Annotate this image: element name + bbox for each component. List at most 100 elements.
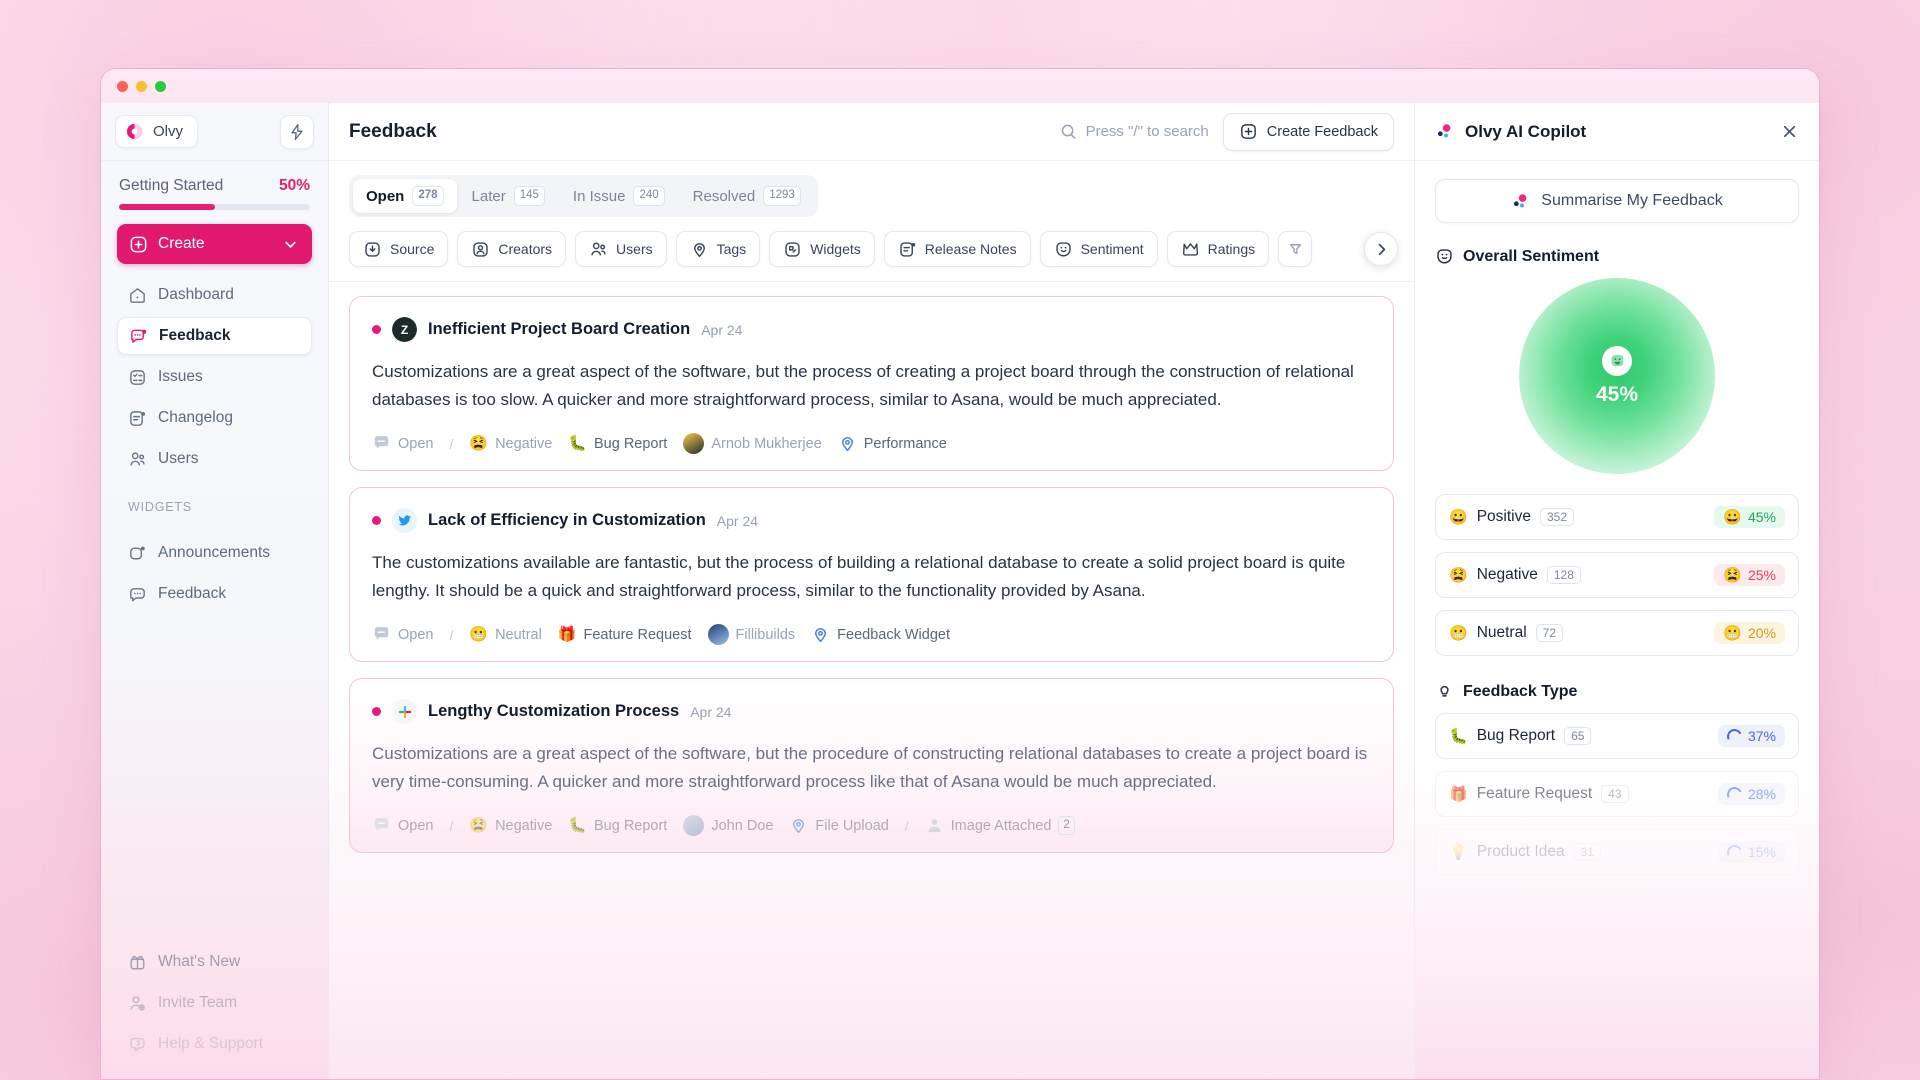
sentiment-row-percent: 45% — [1747, 509, 1776, 525]
sidebar-item-feedback[interactable]: Feedback — [117, 317, 312, 355]
sentiment-icon — [1054, 240, 1073, 259]
tab-count: 145 — [513, 186, 545, 206]
filter-chip-ratings[interactable]: Ratings — [1166, 231, 1270, 267]
meta-sentiment[interactable]: 😬 Neutral — [469, 627, 541, 643]
sentiment-row-percent: 25% — [1747, 567, 1776, 583]
create-feedback-button[interactable]: Create Feedback — [1222, 112, 1394, 151]
sidebar-item-invite-team[interactable]: Invite Team — [117, 984, 312, 1022]
filter-chip-sentiment[interactable]: Sentiment — [1039, 231, 1158, 267]
feedback-type-percent: 37% — [1747, 728, 1776, 744]
meta-category[interactable]: 🐛 Bug Report — [568, 818, 667, 834]
filter-chip-widgets[interactable]: Widgets — [769, 231, 875, 267]
image-attached-icon — [925, 817, 944, 834]
card-title: Lengthy Customization Process — [428, 702, 680, 721]
card-date: Apr 24 — [690, 703, 732, 720]
feedback-type-percent: 15% — [1747, 844, 1776, 860]
feedback-type-heading: Feedback Type — [1435, 682, 1799, 701]
tag-pin-icon — [690, 240, 709, 259]
filter-chip-label: Users — [616, 241, 653, 257]
section-heading-label: Feedback Type — [1463, 682, 1578, 700]
sidebar-item-dashboard[interactable]: Dashboard — [117, 276, 312, 314]
tag-pin-icon — [838, 435, 857, 452]
window-close-button[interactable] — [117, 80, 128, 92]
sidebar-item-feedback-widget[interactable]: Feedback — [117, 575, 312, 613]
tab-open[interactable]: Open 278 — [353, 179, 457, 213]
sentiment-row-positive[interactable]: 😀 Positive 352 😀 45% — [1435, 494, 1799, 540]
meta-person[interactable]: John Doe — [683, 815, 773, 837]
twitter-icon — [392, 508, 417, 534]
feedback-type-count: 31 — [1573, 843, 1601, 861]
create-button[interactable]: Create — [117, 224, 312, 264]
tab-later[interactable]: Later 145 — [459, 179, 558, 213]
filter-chip-creators[interactable]: Creators — [457, 231, 567, 267]
tab-in-issue[interactable]: In Issue 240 — [560, 179, 678, 213]
meta-label: Open — [398, 817, 434, 834]
sidebar-item-changelog[interactable]: Changelog — [117, 399, 312, 437]
sidebar-item-announcements[interactable]: Announcements — [117, 534, 312, 572]
meta-person[interactable]: Arnob Mukherjee — [683, 433, 822, 455]
meta-attachment[interactable]: Image Attached 2 — [925, 816, 1075, 836]
meta-label: Image Attached — [950, 817, 1052, 834]
close-icon[interactable] — [1780, 122, 1799, 141]
feedback-type-label: Feature Request — [1476, 785, 1593, 802]
meta-tag[interactable]: Feedback Widget — [811, 626, 950, 643]
unread-dot — [372, 325, 381, 334]
getting-started-progress[interactable]: Getting Started 50% — [101, 161, 328, 210]
feedback-type-row-feature-request[interactable]: 🎁 Feature Request 43 28% — [1435, 771, 1799, 817]
meta-separator: / — [449, 626, 454, 643]
meta-category[interactable]: 🎁 Feature Request — [558, 627, 692, 643]
feedback-type-label: Product Idea — [1476, 843, 1565, 860]
progress-bar-fill — [119, 204, 215, 210]
window-minimize-button[interactable] — [136, 80, 147, 92]
avatar-john — [683, 815, 705, 837]
meta-separator: / — [449, 435, 454, 452]
card-title: Lack of Efficiency in Customization — [428, 511, 706, 530]
filter-chip-release-notes[interactable]: Release Notes — [883, 231, 1031, 267]
meta-category[interactable]: 🐛 Bug Report — [568, 436, 667, 452]
sidebar-item-whats-new[interactable]: What's New — [117, 943, 312, 981]
feedback-card[interactable]: Lengthy Customization Process Apr 24 Cus… — [349, 678, 1394, 854]
sentiment-row-percent-pill: 😫 25% — [1714, 564, 1785, 586]
meta-status[interactable]: Open — [372, 435, 433, 452]
filter-chip-users[interactable]: Users — [575, 231, 667, 267]
meta-status[interactable]: Open — [372, 626, 433, 643]
sidebar-item-label: Invite Team — [158, 994, 237, 1011]
meta-label: File Upload — [815, 817, 889, 834]
meta-label: Fillibuilds — [735, 626, 796, 643]
meta-tag[interactable]: Performance — [838, 435, 947, 452]
tag-pin-icon — [811, 626, 830, 643]
lightning-bolt-icon[interactable] — [280, 114, 314, 149]
feedback-type-percent-pill: 15% — [1717, 841, 1785, 863]
happy-face-icon — [1602, 345, 1632, 376]
feedback-type-row-bug-report[interactable]: 🐛 Bug Report 65 37% — [1435, 713, 1799, 759]
brand-switcher[interactable]: Olvy — [115, 115, 198, 148]
feedback-type-row-product-idea[interactable]: 💡 Product Idea 31 15% — [1435, 829, 1799, 875]
app-window: Olvy Getting Started 50% Create Dashboar… — [100, 68, 1820, 1080]
meta-tag[interactable]: File Upload — [789, 817, 889, 834]
filter-chip-more[interactable] — [1278, 231, 1313, 267]
feedback-card[interactable]: Z Inefficient Project Board Creation Apr… — [349, 296, 1394, 472]
sentiment-row-neutral[interactable]: 😬 Nuetral 72 😬 20% — [1435, 610, 1799, 656]
sentiment-row-label: Positive — [1476, 508, 1531, 525]
meta-person[interactable]: Fillibuilds — [707, 624, 796, 646]
window-maximize-button[interactable] — [155, 80, 166, 92]
summarise-my-feedback-button[interactable]: Summarise My Feedback — [1435, 179, 1799, 223]
meta-status[interactable]: Open — [372, 817, 433, 834]
search-input[interactable]: Press "/" to search — [1059, 122, 1209, 141]
feedback-card[interactable]: Lack of Efficiency in Customization Apr … — [349, 487, 1394, 663]
chips-next-button[interactable] — [1364, 232, 1398, 266]
sidebar-item-label: Users — [158, 450, 199, 467]
meta-sentiment[interactable]: 😫 Negative — [469, 436, 552, 452]
sidebar-item-help-support[interactable]: Help & Support — [117, 1025, 312, 1063]
sentiment-row-negative[interactable]: 😫 Negative 128 😫 25% — [1435, 552, 1799, 598]
copilot-header: Olvy AI Copilot — [1415, 103, 1819, 161]
filter-chip-source[interactable]: Source — [349, 231, 449, 267]
tab-resolved[interactable]: Resolved 1293 — [680, 179, 814, 213]
users-icon — [128, 450, 147, 469]
meta-label: Negative — [495, 817, 553, 834]
sidebar-item-issues[interactable]: Issues — [117, 358, 312, 396]
negative-emoji: 😫 — [469, 435, 489, 453]
meta-sentiment[interactable]: 😫 Negative — [469, 818, 552, 834]
filter-chip-tags[interactable]: Tags — [675, 231, 761, 267]
sidebar-item-users[interactable]: Users — [117, 440, 312, 478]
